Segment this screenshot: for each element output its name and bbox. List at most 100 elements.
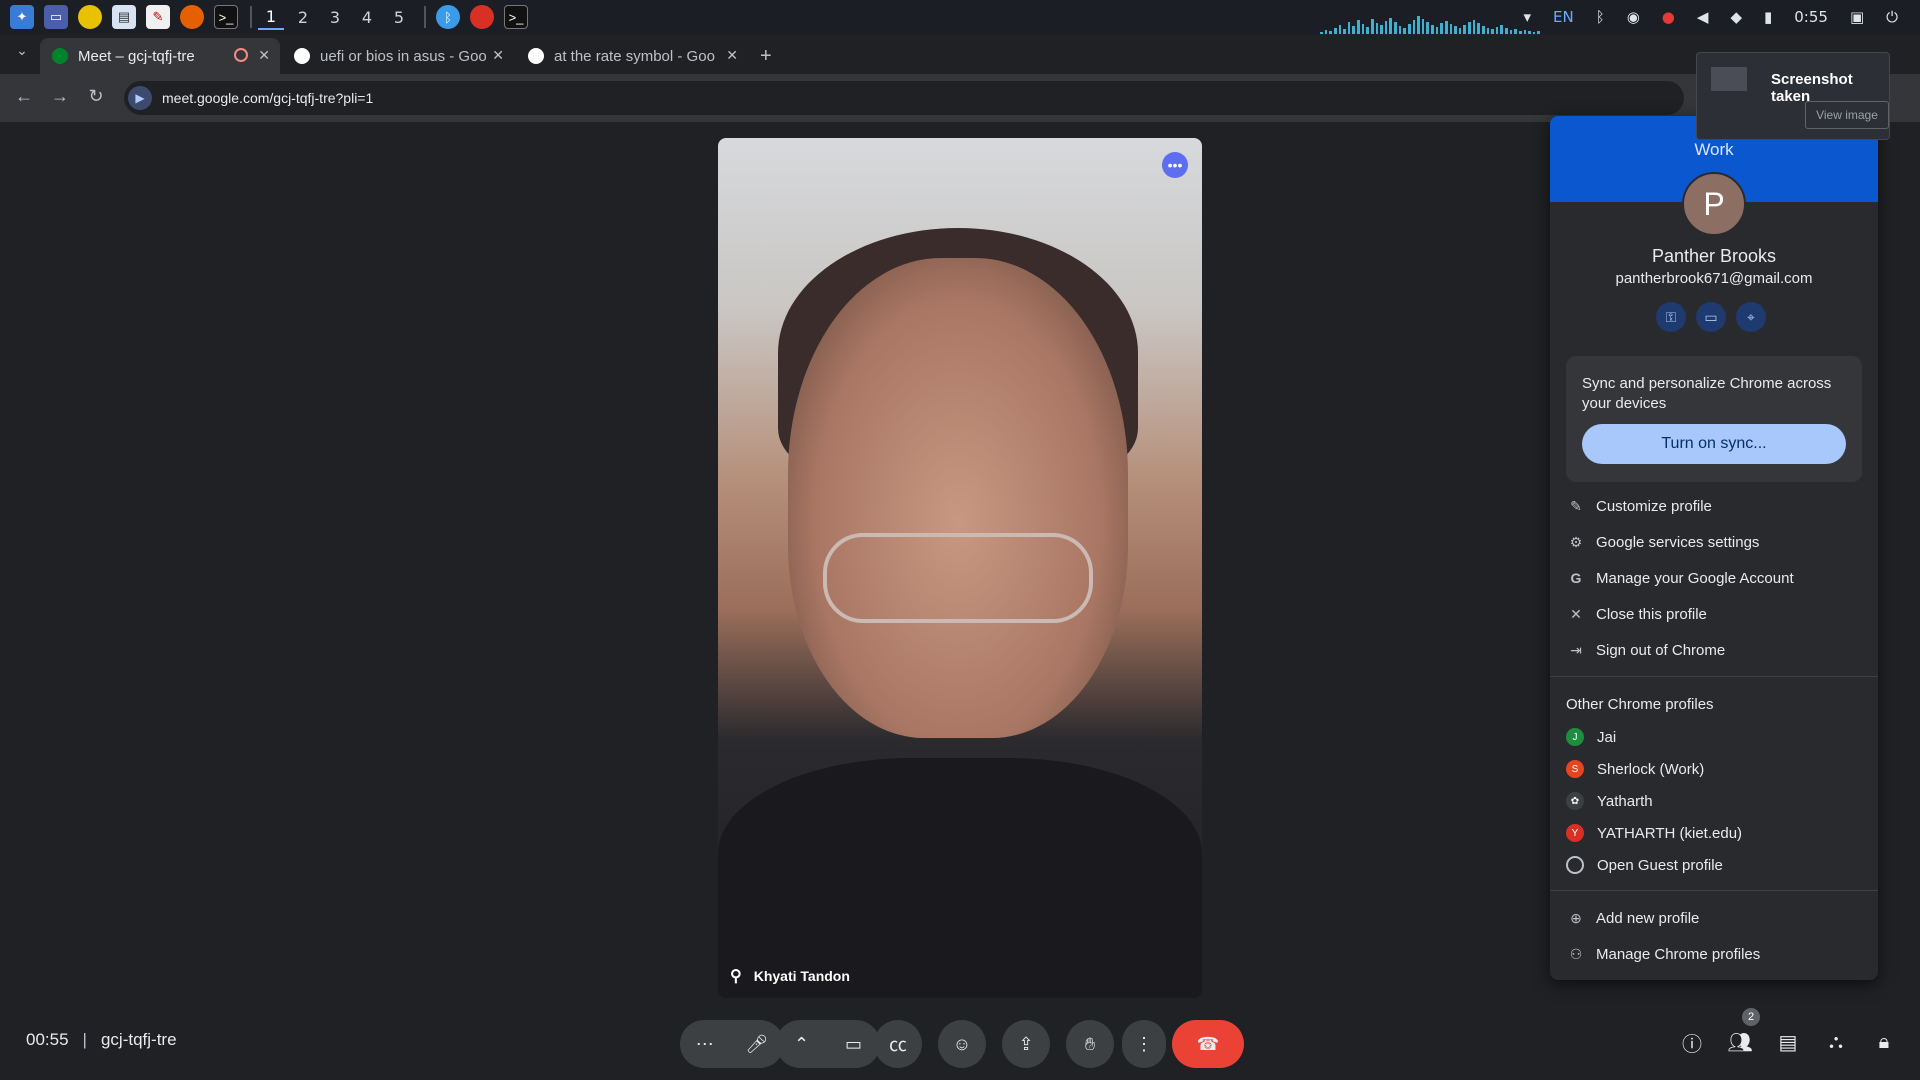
profile-quick-actions: ⚿ ▭ ⌖ xyxy=(1656,302,1766,332)
new-tab-button[interactable]: + xyxy=(754,38,784,74)
people-icon: ⚇ xyxy=(1569,945,1583,962)
menu-item-close-profile[interactable]: ✕ Close this profile xyxy=(1550,596,1878,632)
host-controls-icon[interactable]: 🔒︎ xyxy=(1870,1028,1898,1056)
menu-item-label: Close this profile xyxy=(1596,605,1707,623)
workspace-2[interactable]: 2 xyxy=(290,4,316,30)
volume-icon[interactable]: ◀ xyxy=(1697,8,1709,26)
forward-icon[interactable]: → xyxy=(48,86,72,107)
profile-item-yatharth-kiet[interactable]: Y YATHARTH (kiet.edu) xyxy=(1566,817,1866,849)
workspace-4[interactable]: 4 xyxy=(354,4,380,30)
audio-bar xyxy=(1375,23,1379,34)
audio-bar xyxy=(1394,22,1397,34)
menu-item-add-profile[interactable]: ⊕ Add new profile xyxy=(1550,900,1878,936)
audio-bar xyxy=(1477,23,1480,34)
microphone-icon[interactable]: ● xyxy=(1662,8,1675,26)
raise-hand-icon[interactable]: ✋︎ xyxy=(1066,1020,1114,1068)
turn-on-sync-button[interactable]: Turn on sync... xyxy=(1582,424,1846,464)
tab-uefi-search[interactable]: uefi or bios in asus - Goo ✕ xyxy=(282,38,514,74)
audio-control-group: ⋯ 🎤︎ xyxy=(680,1020,784,1068)
chrome-tray-icon[interactable]: ◉ xyxy=(1627,8,1640,26)
document-icon[interactable]: ✎ xyxy=(146,5,170,29)
menu-item-manage-profiles[interactable]: ⚇ Manage Chrome profiles xyxy=(1550,936,1878,972)
end-call-button-icon[interactable]: ☎ xyxy=(1172,1020,1244,1068)
menu-item-sign-out[interactable]: ⇥ Sign out of Chrome xyxy=(1550,632,1878,668)
desktop-icon[interactable]: ▭ xyxy=(44,5,68,29)
system-taskbar: ✦ ▭ ▤ ✎ >_ 1 2 3 4 5 ᛒ >_ ▾ EN ᛒ ◉ ● ◀ ◆… xyxy=(0,0,1920,34)
clipboard-icon[interactable]: ▮ xyxy=(1764,8,1772,26)
audio-options-icon[interactable]: ⋯ xyxy=(696,1034,714,1055)
people-icon[interactable]: 👥︎ xyxy=(1726,1028,1754,1056)
people-count-badge: 2 xyxy=(1742,1008,1760,1026)
emoji-button-icon[interactable]: ☺ xyxy=(938,1020,986,1068)
sign-out-icon: ⇥ xyxy=(1570,641,1582,658)
add-person-icon: ⊕ xyxy=(1570,909,1582,926)
profile-item-yatharth[interactable]: ✿ Yatharth xyxy=(1566,785,1866,817)
captions-button-icon[interactable]: ㏄ xyxy=(874,1020,922,1068)
site-info-icon[interactable]: ▶ xyxy=(128,86,152,110)
notification-icon[interactable]: ◆ xyxy=(1730,8,1742,26)
wifi-icon[interactable]: ▾ xyxy=(1523,8,1531,26)
activities-icon[interactable]: ⛬ xyxy=(1822,1028,1850,1056)
chat-icon[interactable]: ▤ xyxy=(1774,1028,1802,1056)
address-bar[interactable]: ▶ meet.google.com/gcj-tqfj-tre?pli=1 xyxy=(124,81,1684,115)
video-options-icon[interactable]: ⌃ xyxy=(794,1034,809,1055)
back-icon[interactable]: ← xyxy=(12,86,36,107)
audio-bar xyxy=(1384,21,1388,34)
terminal-icon[interactable]: >_ xyxy=(214,5,238,29)
profile-item-guest[interactable]: Open Guest profile xyxy=(1566,849,1866,881)
audio-bar xyxy=(1449,24,1453,34)
menu-item-label: Manage Chrome profiles xyxy=(1596,945,1761,963)
pin-icon[interactable]: ⚲ xyxy=(730,966,742,986)
menu-item-google-services[interactable]: ⚙ Google services settings xyxy=(1550,524,1878,560)
firefox-icon[interactable] xyxy=(180,5,204,29)
microphone-button-icon[interactable]: 🎤︎ xyxy=(745,1034,768,1055)
addresses-location-icon[interactable]: ⌖ xyxy=(1736,302,1766,332)
profile-avatar-icon: ✿ xyxy=(1566,792,1584,810)
bluetooth-icon[interactable]: ᛒ xyxy=(1596,8,1605,26)
reload-icon[interactable]: ↻ xyxy=(84,86,108,107)
bluetooth-app-icon[interactable]: ᛒ xyxy=(436,5,460,29)
video-content xyxy=(718,758,1202,998)
files-icon[interactable]: ▤ xyxy=(112,5,136,29)
tab-meet[interactable]: Meet – gcj-tqfj-tre ✕ xyxy=(40,38,280,74)
profile-item-label: Open Guest profile xyxy=(1597,856,1723,874)
profile-item-sherlock[interactable]: S Sherlock (Work) xyxy=(1566,753,1866,785)
profile-item-jai[interactable]: J Jai xyxy=(1566,721,1866,753)
tab-at-symbol-search[interactable]: at the rate symbol - Goo ✕ xyxy=(516,38,748,74)
menu-item-label: Add new profile xyxy=(1596,909,1700,927)
audio-bar xyxy=(1398,26,1402,34)
workspace-3[interactable]: 3 xyxy=(322,4,348,30)
lock-icon[interactable]: ▣ xyxy=(1850,8,1864,26)
workspace-5[interactable]: 5 xyxy=(386,4,412,30)
tab-search-icon[interactable]: ⌄ xyxy=(10,42,34,59)
tab-close-icon[interactable]: ✕ xyxy=(258,47,270,64)
participant-video-tile[interactable]: ••• ⚲ Khyati Tandon xyxy=(718,138,1202,998)
camera-button-icon[interactable]: ▭ xyxy=(845,1034,862,1055)
tab-strip: ⌄ Meet – gcj-tqfj-tre ✕ uefi or bios in … xyxy=(0,34,1920,74)
address-url[interactable]: meet.google.com/gcj-tqfj-tre?pli=1 xyxy=(162,90,373,106)
present-screen-icon[interactable]: ⇪ xyxy=(1002,1020,1050,1068)
audio-bar xyxy=(1352,26,1355,34)
chrome-launcher-icon[interactable] xyxy=(78,5,102,29)
chrome-window-icon[interactable] xyxy=(470,5,494,29)
participant-name-label: ⚲ Khyati Tandon xyxy=(730,966,850,986)
view-image-button[interactable]: View image xyxy=(1805,101,1889,129)
screenshot-thumbnail xyxy=(1711,67,1747,91)
keyboard-layout[interactable]: EN xyxy=(1553,8,1574,26)
video-content xyxy=(823,533,1093,623)
workspace-1[interactable]: 1 xyxy=(258,4,284,30)
passwords-key-icon[interactable]: ⚿ xyxy=(1656,302,1686,332)
power-icon[interactable]: ⏻ xyxy=(1886,8,1898,26)
menu-item-label: Google services settings xyxy=(1596,533,1760,551)
tab-close-icon[interactable]: ✕ xyxy=(492,47,504,64)
meeting-info-icon[interactable]: ⓘ xyxy=(1678,1028,1706,1056)
clock[interactable]: 0:55 xyxy=(1794,8,1828,26)
app-launcher-icon[interactable]: ✦ xyxy=(10,5,34,29)
terminal-window-icon[interactable]: >_ xyxy=(504,5,528,29)
tile-more-options-icon[interactable]: ••• xyxy=(1162,152,1188,178)
more-options-icon[interactable]: ⋮ xyxy=(1122,1020,1166,1068)
tab-close-icon[interactable]: ✕ xyxy=(726,47,738,64)
menu-item-customize-profile[interactable]: ✎ Customize profile xyxy=(1550,488,1878,524)
menu-item-manage-google-account[interactable]: G Manage your Google Account xyxy=(1550,560,1878,596)
payment-card-icon[interactable]: ▭ xyxy=(1696,302,1726,332)
